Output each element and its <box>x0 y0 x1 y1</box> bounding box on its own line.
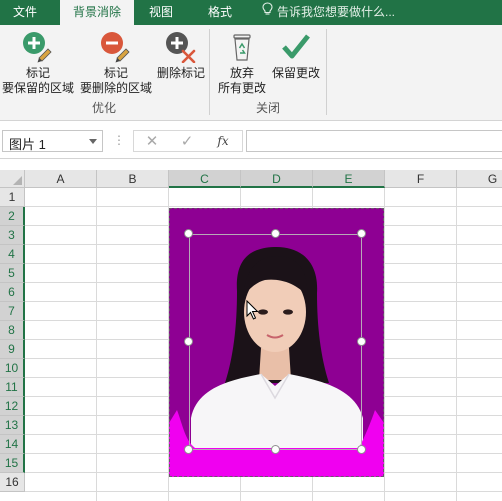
row-header-10[interactable]: 10 <box>0 359 25 378</box>
mark-keep-label-line2: 要保留的区域 <box>1 81 74 95</box>
row-header-6[interactable]: 6 <box>0 283 25 302</box>
resize-handle[interactable] <box>184 337 193 346</box>
mouse-pointer-icon <box>246 300 259 320</box>
row-header-4[interactable]: 4 <box>0 245 25 264</box>
formula-input[interactable] <box>246 130 502 152</box>
tell-me-text: 告诉我您想要做什么... <box>277 5 396 19</box>
gridline-vertical <box>384 188 385 501</box>
tab-background-removal[interactable]: 背景消除 <box>60 0 134 25</box>
tab-file[interactable]: 文件 <box>0 0 50 25</box>
chevron-down-icon[interactable] <box>89 139 97 144</box>
cancel-icon[interactable]: ✕ <box>139 132 165 151</box>
resize-handle[interactable] <box>357 337 366 346</box>
mark-keep-label-line1: 标记 <box>25 66 50 80</box>
x-circle-icon <box>154 31 208 63</box>
mark-areas-to-remove-button[interactable]: 标记 要删除的区域 <box>78 31 154 96</box>
keep-changes-button[interactable]: 保留更改 <box>270 31 322 81</box>
resize-handle[interactable] <box>184 229 193 238</box>
row-header-2[interactable]: 2 <box>0 207 25 226</box>
row-header-5[interactable]: 5 <box>0 264 25 283</box>
select-all-corner[interactable] <box>0 170 25 188</box>
column-header-a[interactable]: A <box>25 170 97 188</box>
column-header-f[interactable]: F <box>385 170 457 188</box>
column-header-c[interactable]: C <box>169 170 241 188</box>
row-header-8[interactable]: 8 <box>0 321 25 340</box>
mark-remove-label-line1: 标记 <box>103 66 128 80</box>
gridline-vertical <box>456 188 457 501</box>
group-separator <box>326 29 327 115</box>
row-header-3[interactable]: 3 <box>0 226 25 245</box>
delete-mark-button[interactable]: 删除标记 <box>154 31 208 81</box>
enter-check-icon[interactable]: ✓ <box>174 132 200 151</box>
mark-areas-to-keep-button[interactable]: 标记 要保留的区域 <box>0 31 76 96</box>
resize-handle[interactable] <box>270 445 280 454</box>
tab-format[interactable]: 格式 <box>192 0 248 25</box>
group-separator <box>209 29 210 115</box>
name-box[interactable]: 图片 1 <box>2 130 103 152</box>
name-box-value: 图片 1 <box>9 137 46 152</box>
ribbon-tab-bar: 文件 背景消除 视图 格式 告诉我您想要做什么... <box>0 0 502 25</box>
resize-handle[interactable] <box>270 229 280 238</box>
insert-function-icon[interactable]: fx <box>210 132 236 151</box>
minus-circle-pencil-icon <box>78 31 154 63</box>
gridline-horizontal <box>25 491 502 492</box>
row-header-1[interactable]: 1 <box>0 188 25 207</box>
checkmark-icon <box>270 31 322 63</box>
row-header-14[interactable]: 14 <box>0 435 25 454</box>
group-label-optimize: 优化 <box>91 101 116 115</box>
discard-label-line1: 放弃 <box>229 66 254 80</box>
row-header-13[interactable]: 13 <box>0 416 25 435</box>
row-header-11[interactable]: 11 <box>0 378 25 397</box>
lightbulb-icon <box>262 0 273 25</box>
row-header-7[interactable]: 7 <box>0 302 25 321</box>
resize-handle[interactable] <box>184 445 193 454</box>
row-header-15[interactable]: 15 <box>0 454 25 473</box>
resize-handle[interactable] <box>357 229 366 238</box>
formula-buttons: ✕ ✓ fx <box>133 130 243 152</box>
ribbon: 标记 要保留的区域 标记 要删除的区域 删除标记 放弃 所有更改 保留更改 优化… <box>0 25 502 121</box>
gridline-horizontal <box>25 206 502 207</box>
tell-me-search[interactable]: 告诉我您想要做什么... <box>262 0 395 25</box>
mark-remove-label-line2: 要删除的区域 <box>79 81 152 95</box>
column-header-d[interactable]: D <box>241 170 313 188</box>
gridline-vertical <box>96 188 97 501</box>
discard-label-line2: 所有更改 <box>217 81 266 95</box>
column-header-b[interactable]: B <box>97 170 169 188</box>
formula-bar: 图片 1 ⋮ ✕ ✓ fx <box>0 121 502 159</box>
row-header-12[interactable]: 12 <box>0 397 25 416</box>
formula-bar-grip-icon[interactable]: ⋮ <box>113 133 125 147</box>
row-header-9[interactable]: 9 <box>0 340 25 359</box>
column-header-e[interactable]: E <box>313 170 385 188</box>
picture-1[interactable] <box>169 208 384 477</box>
keep-changes-label: 保留更改 <box>271 66 320 80</box>
delete-mark-label: 删除标记 <box>156 66 205 80</box>
tab-view[interactable]: 视图 <box>138 0 184 25</box>
resize-handle[interactable] <box>357 445 366 454</box>
group-label-close: 关闭 <box>255 101 280 115</box>
recycle-bin-icon <box>214 31 270 63</box>
column-header-g[interactable]: G <box>457 170 502 188</box>
plus-circle-pencil-icon <box>0 31 76 63</box>
row-header-16[interactable]: 16 <box>0 473 25 492</box>
discard-all-changes-button[interactable]: 放弃 所有更改 <box>214 31 270 96</box>
